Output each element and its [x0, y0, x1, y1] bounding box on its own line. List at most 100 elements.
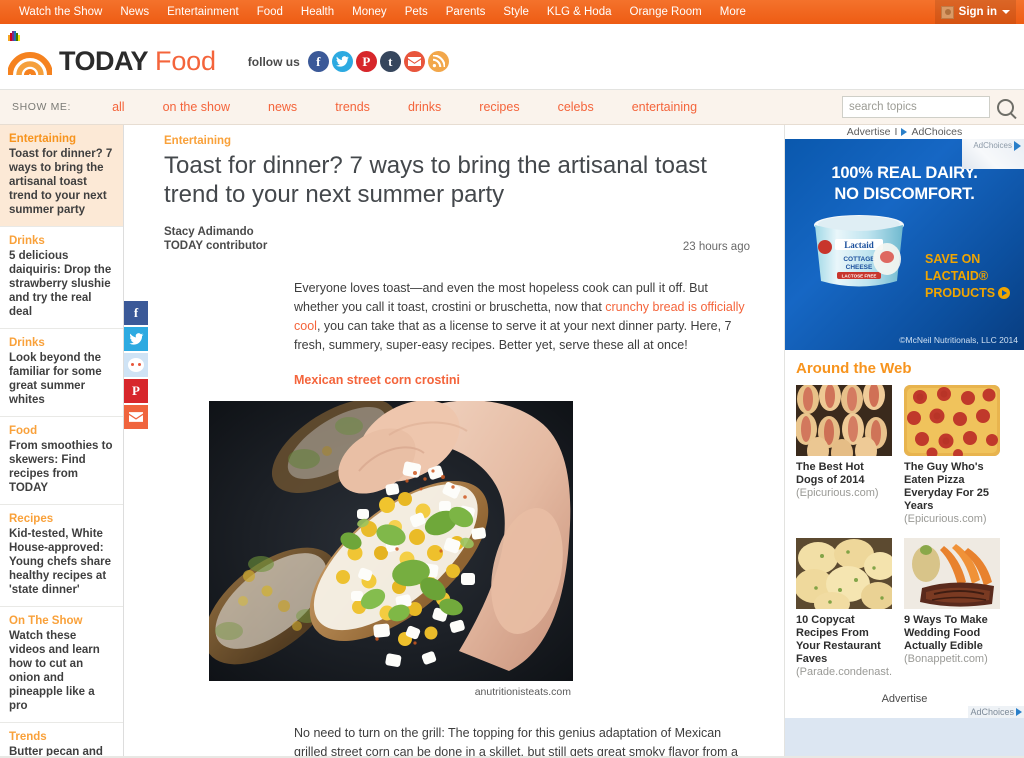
sidebar-item-1-kicker: Drinks	[9, 235, 45, 247]
today-food-logo[interactable]: TODAY Food	[7, 46, 216, 77]
topnav-item-6[interactable]: Pets	[396, 0, 437, 24]
topnav-item-3[interactable]: Food	[248, 0, 292, 24]
ad-legal-text: ©McNeil Nutritionals, LLC 2014	[899, 335, 1018, 345]
atw-card-2[interactable]: 10 Copycat Recipes From Your Restaurant …	[796, 538, 892, 679]
article-paragraph-2: No need to turn on the grill: The toppin…	[294, 726, 738, 756]
share-facebook-button[interactable]: f	[124, 301, 148, 325]
around-the-web-grid: The Best Hot Dogs of 2014 (Epicurious.co…	[796, 385, 1013, 679]
sidebar-item-6[interactable]: Trends Butter pecan and lobster? Grown-u…	[0, 723, 123, 756]
topnav-item-2[interactable]: Entertainment	[158, 0, 248, 24]
sidebar-item-3-kicker: Food	[9, 425, 38, 437]
filter-recipes[interactable]: recipes	[460, 100, 538, 114]
filter-celebs[interactable]: celebs	[539, 100, 613, 114]
sidebar-item-6-title: Butter pecan and lobster? Grown-up ice c…	[9, 746, 103, 756]
topnav-item-5[interactable]: Money	[343, 0, 396, 24]
ad-cta-line1: SAVE ON	[925, 252, 981, 266]
filter-all[interactable]: all	[93, 100, 144, 114]
svg-text:COTTAGE: COTTAGE	[843, 256, 875, 263]
share-pinterest-button[interactable]: P	[124, 379, 148, 403]
follow-us-group: follow us f P t	[248, 51, 449, 72]
ad-cta-line3: PRODUCTS	[925, 286, 996, 300]
rss-icon[interactable]	[427, 51, 449, 72]
sidebar-item-4[interactable]: Recipes Kid-tested, White House-approved…	[0, 505, 123, 607]
svg-text:LACTOSE FREE: LACTOSE FREE	[842, 274, 877, 279]
sidebar-item-2-kicker: Drinks	[9, 337, 45, 349]
filter-entertaining[interactable]: entertaining	[613, 100, 716, 114]
subheading-mexican-street-corn[interactable]: Mexican street corn crostini	[294, 373, 750, 387]
search-icon[interactable]	[997, 98, 1014, 116]
rail-bottom-band	[785, 718, 1024, 756]
sidebar-item-1-title: 5 delicious daiquiris: Drop the strawber…	[9, 250, 112, 318]
filter-trends[interactable]: trends	[316, 100, 389, 114]
lactaid-ad-banner[interactable]: 100% REAL DAIRY. NO DISCOMFORT. AdChoice…	[785, 139, 1024, 350]
pinterest-icon[interactable]: P	[355, 51, 377, 72]
tumblr-icon[interactable]: t	[379, 51, 401, 72]
atw-thumb-steak	[904, 538, 1000, 609]
lactaid-product-tub: Lactaid COTTAGE CHEESE LACTOSE FREE	[809, 213, 909, 291]
sidebar-item-6-kicker: Trends	[9, 731, 47, 743]
twitter-icon[interactable]	[331, 51, 353, 72]
article-figure-1: anutritionisteats.com	[209, 401, 573, 698]
atw-card-2-source: (Parade.condenast.c	[796, 666, 892, 678]
advertise-link[interactable]: Advertise	[847, 126, 891, 138]
ad-corner-adchoices[interactable]: AdChoices	[962, 139, 1024, 169]
filter-drinks[interactable]: drinks	[389, 100, 460, 114]
topnav-item-0[interactable]: Watch the Show	[10, 0, 111, 24]
chevron-down-icon	[1002, 10, 1010, 14]
avatar-icon	[940, 5, 954, 19]
share-email-button[interactable]	[124, 405, 148, 429]
atw-card-3[interactable]: 9 Ways To Make Wedding Food Actually Edi…	[904, 538, 1000, 679]
filter-news[interactable]: news	[249, 100, 316, 114]
topnav-item-10[interactable]: Orange Room	[621, 0, 711, 24]
social-share-bar: f P	[124, 301, 148, 431]
topnav-item-1[interactable]: News	[111, 0, 158, 24]
sign-in-label: Sign in	[958, 6, 997, 18]
advertise-bottom-link[interactable]: Advertise	[796, 693, 1013, 705]
filter-on-the-show[interactable]: on the show	[144, 100, 249, 114]
sign-in-button[interactable]: Sign in	[934, 0, 1016, 24]
sidebar-item-0-title: Toast for dinner? 7 ways to bring the ar…	[9, 148, 113, 216]
atw-card-1[interactable]: The Guy Who's Eaten Pizza Everyday For 2…	[904, 385, 1000, 526]
sidebar-item-3-title: From smoothies to skewers: Find recipes …	[9, 440, 113, 494]
topnav-item-9[interactable]: KLG & Hoda	[538, 0, 621, 24]
article-kicker[interactable]: Entertaining	[164, 135, 750, 147]
byline-row: Stacy Adimando TODAY contributor 23 hour…	[164, 225, 750, 253]
ad-corner-adchoices-label: AdChoices	[973, 141, 1012, 150]
adchoices-link[interactable]: AdChoices	[911, 126, 962, 138]
article-body-2: No need to turn on the grill: The toppin…	[124, 724, 784, 756]
ad-headline-line2: NO DISCOMFORT.	[834, 185, 975, 203]
ad-cta[interactable]: SAVE ON LACTAID® PRODUCTS	[925, 251, 1011, 302]
topnav-item-11[interactable]: More	[711, 0, 755, 24]
share-reddit-button[interactable]	[124, 353, 148, 377]
email-icon[interactable]	[403, 51, 425, 72]
atw-thumb-biscuits	[796, 538, 892, 609]
sidebar-item-1[interactable]: Drinks 5 delicious daiquiris: Drop the s…	[0, 227, 123, 329]
article-intro-paragraph: Everyone loves toast—and even the most h…	[294, 279, 750, 355]
facebook-icon[interactable]: f	[307, 51, 329, 72]
brand-section-food: Food	[155, 46, 216, 76]
page-title: Toast for dinner? 7 ways to bring the ar…	[164, 152, 707, 208]
sidebar-item-2[interactable]: Drinks Look beyond the familiar for some…	[0, 329, 123, 417]
svg-text:Lactaid: Lactaid	[844, 240, 874, 250]
sidebar-item-0-kicker: Entertaining	[9, 133, 77, 145]
share-twitter-button[interactable]	[124, 327, 148, 351]
atw-card-2-title: 10 Copycat Recipes From Your Restaurant …	[796, 614, 881, 665]
topnav-item-8[interactable]: Style	[494, 0, 538, 24]
top-navigation-bar: Watch the Show News Entertainment Food H…	[0, 0, 1024, 24]
sidebar-item-5[interactable]: On The Show Watch these videos and learn…	[0, 607, 123, 723]
adchoices-bottom-badge[interactable]: AdChoices	[968, 706, 1024, 718]
byline: Stacy Adimando TODAY contributor	[164, 225, 267, 253]
topnav-item-4[interactable]: Health	[292, 0, 343, 24]
atw-thumb-hotdogs	[796, 385, 892, 456]
atw-card-0[interactable]: The Best Hot Dogs of 2014 (Epicurious.co…	[796, 385, 892, 526]
topnav-item-7[interactable]: Parents	[437, 0, 495, 24]
sidebar-item-3[interactable]: Food From smoothies to skewers: Find rec…	[0, 417, 123, 505]
ad-corner-triangle-icon	[1014, 141, 1021, 151]
article-body: Everyone loves toast—and even the most h…	[124, 279, 784, 387]
atw-card-3-title: 9 Ways To Make Wedding Food Actually Edi…	[904, 614, 988, 652]
article-photo-mexican-corn-crostini	[209, 401, 573, 681]
sidebar-item-0[interactable]: Entertaining Toast for dinner? 7 ways to…	[0, 125, 123, 227]
main-article-column: f P Entertaining Toast for dinner? 7 way…	[124, 125, 785, 756]
search-input[interactable]	[842, 96, 990, 118]
arrow-right-icon	[998, 287, 1011, 299]
